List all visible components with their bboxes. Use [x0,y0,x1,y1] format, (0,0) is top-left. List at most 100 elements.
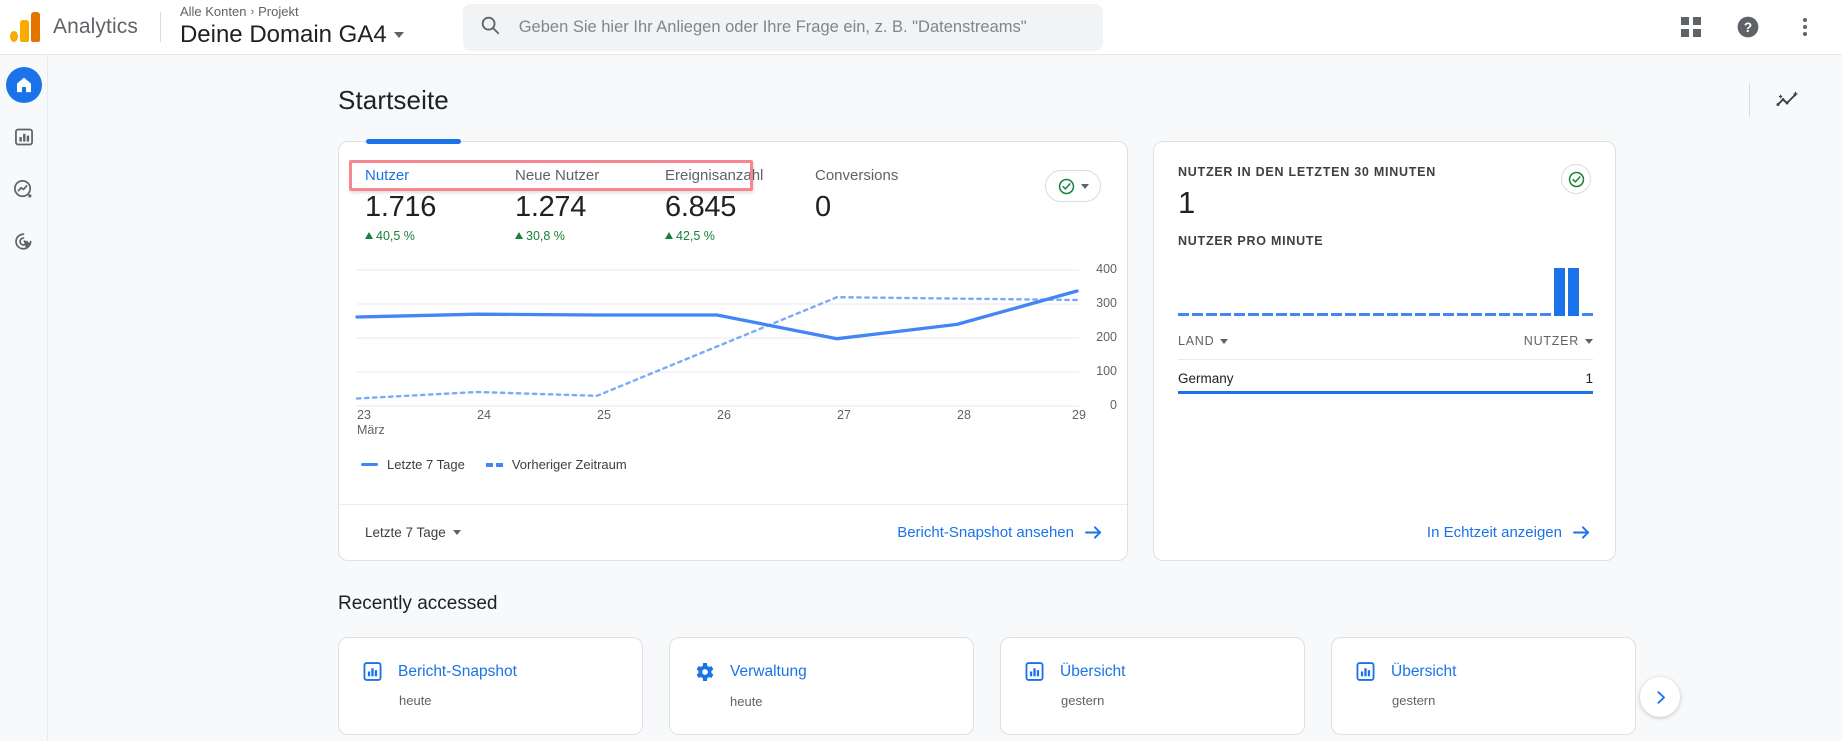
row-country: Germany [1178,371,1234,386]
realtime-active-users: 1 [1178,182,1436,224]
realtime-card-footer: In Echtzeit anzeigen [1154,504,1615,560]
view-report-snapshot-link[interactable]: Bericht-Snapshot ansehen [897,524,1103,541]
recent-card-title: Verwaltung [730,663,807,681]
breadcrumb: Alle Konten › Projekt [180,4,404,20]
recent-card-title: Übersicht [1060,663,1125,681]
recent-card-bericht-snapshot[interactable]: Bericht-Snapshot heute [338,637,643,735]
left-sidebar [0,55,48,741]
recent-card-verwaltung[interactable]: Verwaltung heute [669,637,974,735]
table-row[interactable]: Germany 1 [1178,360,1593,394]
chevron-down-icon [1081,184,1089,189]
x-tick: 23 März [357,408,385,438]
bar-chart-icon [13,126,35,148]
analytics-logo-icon[interactable] [10,12,42,42]
property-name[interactable]: Deine Domain GA4 [180,20,404,50]
metric-delta: 40,5 % [365,228,515,244]
apps-grid-icon[interactable] [1676,12,1706,42]
chevron-down-icon [394,32,404,38]
date-range-selector[interactable]: Letzte 7 Tage [365,525,461,540]
y-tick: 200 [1071,330,1117,344]
dashboard-cards: Nutzer 1.716 40,5 % Neue Nutzer 1.274 30… [48,117,1842,561]
search-input[interactable] [519,18,1087,37]
sidebar-item-advertising[interactable] [6,223,42,259]
realtime-caption: NUTZER IN DEN LETZTEN 30 MINUTEN [1178,164,1436,180]
breadcrumb-account: Alle Konten [180,4,247,20]
metric-new-users[interactable]: Neue Nutzer 1.274 30,8 % [515,166,665,244]
brand-name: Analytics [53,15,138,39]
recent-card-title: Übersicht [1391,663,1456,681]
recently-accessed-heading: Recently accessed [48,561,1842,615]
overview-card: Nutzer 1.716 40,5 % Neue Nutzer 1.274 30… [338,141,1128,561]
recent-card-title: Bericht-Snapshot [398,663,517,681]
chevron-right-icon [1652,689,1669,706]
row-users: 1 [1585,371,1593,386]
top-bar: Analytics Alle Konten › Projekt Deine Do… [0,0,1842,55]
row-progress-bar [1178,391,1593,394]
recent-card-subtitle: gestern [1392,693,1613,708]
metric-delta: 42,5 % [665,228,815,244]
metric-event-count[interactable]: Ereignisanzahl 6.845 42,5 % [665,166,815,244]
x-axis-subtitle: März [357,423,385,438]
metric-delta-value: 40,5 % [376,228,415,244]
chevron-down-icon [453,530,461,535]
insights-sparkle-icon[interactable] [1772,85,1802,115]
date-range-label: Letzte 7 Tage [365,525,446,540]
realtime-subcaption: NUTZER PRO MINUTE [1154,224,1615,248]
column-header-country[interactable]: LAND [1178,334,1228,348]
recent-card-uebersicht-1[interactable]: Übersicht gestern [1000,637,1305,735]
view-realtime-link[interactable]: In Echtzeit anzeigen [1427,524,1591,541]
recent-card-subtitle: heute [399,693,620,708]
x-tick: 25 [597,408,611,423]
arrow-up-icon [665,232,673,239]
arrow-up-icon [365,232,373,239]
x-tick: 29 [1072,408,1086,423]
svg-text:?: ? [1744,20,1752,35]
conversions-selector[interactable] [1045,170,1101,202]
sidebar-item-explore[interactable] [6,171,42,207]
legend-swatch-solid [361,463,378,466]
arrow-right-icon [1572,524,1591,541]
view-realtime-label: In Echtzeit anzeigen [1427,524,1562,541]
line-chart-svg [339,258,1129,418]
metric-label: Ereignisanzahl [665,166,815,186]
recently-accessed-next-button[interactable] [1640,677,1680,717]
search-bar[interactable] [463,4,1103,51]
header-divider [1749,83,1750,117]
chevron-down-icon [1220,339,1228,344]
report-chart-icon [1023,660,1046,683]
users-per-minute-bar [1568,268,1579,316]
more-vertical-icon[interactable] [1790,12,1820,42]
users-per-minute-chart [1178,254,1593,316]
recent-card-uebersicht-2[interactable]: Übersicht gestern [1331,637,1636,735]
metric-label: Neue Nutzer [515,166,665,186]
x-tick: 26 [717,408,731,423]
column-header-users[interactable]: NUTZER [1524,334,1593,348]
check-circle-icon [1057,177,1076,196]
users-per-minute-baseline [1178,313,1593,316]
sidebar-item-reports[interactable] [6,119,42,155]
recent-card-subtitle: gestern [1061,693,1282,708]
arrow-up-icon [515,232,523,239]
y-tick: 300 [1071,296,1117,310]
gear-icon [692,660,716,684]
chevron-down-icon [1585,339,1593,344]
realtime-country-table: LAND NUTZER Germany 1 [1178,334,1593,394]
help-circle-icon[interactable]: ? [1733,12,1763,42]
account-selector[interactable]: Alle Konten › Projekt Deine Domain GA4 [180,4,404,50]
explore-trend-icon [12,178,35,201]
metric-conversions[interactable]: Conversions 0 [815,166,1005,228]
metric-users[interactable]: Nutzer 1.716 40,5 % [365,166,515,244]
report-chart-icon [361,660,384,683]
sidebar-item-home[interactable] [6,67,42,103]
realtime-status-badge[interactable] [1561,164,1591,194]
metric-label: Conversions [815,166,1005,186]
breadcrumb-separator-icon: › [250,4,254,20]
property-name-label: Deine Domain GA4 [180,20,387,50]
page-header: Startseite [48,55,1842,117]
chart-legend: Letzte 7 Tage Vorheriger Zeitraum [339,443,1127,472]
x-tick: 28 [957,408,971,423]
legend-label-previous-period: Vorheriger Zeitraum [512,457,627,472]
x-tick: 24 [477,408,491,423]
report-chart-icon [1354,660,1377,683]
overview-line-chart: 400 300 200 100 0 23 März 24 25 26 27 28 [339,258,1129,443]
